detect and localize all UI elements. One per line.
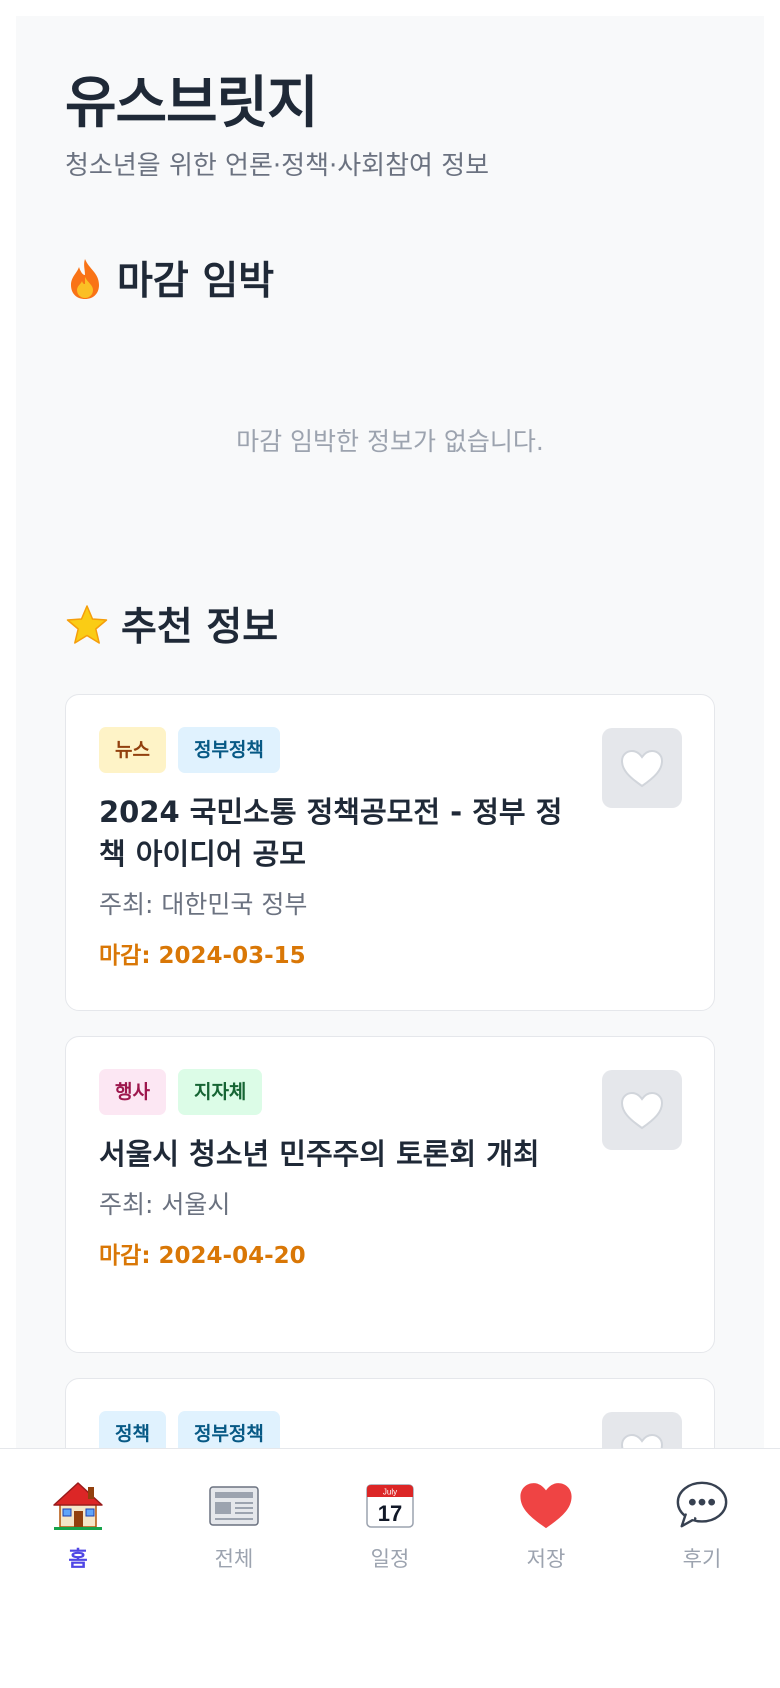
card-host: 주최: 서울시 [99, 1190, 231, 1219]
app-screen: 유스브릿지 청소년을 위한 언론·정책·사회참여 정보 마감 임박 마감 임박한… [16, 16, 764, 1688]
nav-item-home[interactable]: 홈 [0, 1449, 156, 1688]
category-tag: 행사 [99, 1069, 166, 1115]
recommended-section-title: 추천 정보 [65, 600, 715, 656]
app-subtitle: 청소년을 위한 언론·정책·사회참여 정보 [65, 151, 490, 181]
calendar-month-text: July [383, 1488, 397, 1497]
favorite-button[interactable] [602, 1070, 682, 1150]
nav-label-all: 전체 [214, 1547, 254, 1571]
card-tags: 행사 지자체 [99, 1069, 574, 1115]
newspaper-icon [206, 1477, 262, 1533]
urgent-title-label: 마감 임박 [117, 259, 275, 304]
heart-icon [518, 1477, 574, 1533]
app-title: 유스브릿지 [65, 71, 319, 136]
urgent-empty-state: 마감 임박한 정보가 없습니다. [65, 310, 715, 600]
info-card[interactable]: 행사 지자체 서울시 청소년 민주주의 토론회 개최 주최: 서울시 마감: 2… [65, 1036, 715, 1353]
white-heart-icon [620, 749, 664, 788]
card-tags: 뉴스 정부정책 [99, 727, 574, 773]
nav-label-reviews: 후기 [682, 1547, 722, 1571]
nav-label-schedule: 일정 [370, 1547, 410, 1571]
empty-state-text: 마감 임박한 정보가 없습니다. [236, 427, 544, 456]
card-deadline: 마감: 2024-03-15 [99, 943, 306, 969]
main-content: 유스브릿지 청소년을 위한 언론·정책·사회참여 정보 마감 임박 마감 임박한… [16, 16, 764, 1688]
card-title[interactable]: 2024 국민소통 정책공모전 - 정부 정책 아이디어 공모 [99, 791, 574, 875]
nav-item-all[interactable]: 전체 [156, 1449, 312, 1688]
favorite-button[interactable] [602, 728, 682, 808]
bottom-nav: 홈 전체 July 17 일정 저장 후기 [0, 1448, 780, 1688]
source-tag: 정부정책 [177, 727, 280, 773]
card-title[interactable]: 서울시 청소년 민주주의 토론회 개최 [99, 1133, 574, 1175]
star-icon [65, 604, 109, 652]
speech-bubble-icon [674, 1477, 730, 1533]
source-tag: 지자체 [177, 1069, 263, 1115]
urgent-section-title: 마감 임박 [65, 254, 715, 310]
nav-item-schedule[interactable]: July 17 일정 [312, 1449, 468, 1688]
nav-label-saved: 저장 [526, 1547, 566, 1571]
nav-item-saved[interactable]: 저장 [468, 1449, 624, 1688]
nav-label-home: 홈 [68, 1547, 88, 1571]
card-host: 주최: 대한민국 정부 [99, 890, 308, 919]
calendar-icon: July 17 [362, 1477, 418, 1533]
calendar-day-text: 17 [378, 1501, 402, 1526]
recommended-title-label: 추천 정보 [121, 605, 279, 650]
fire-icon [65, 257, 105, 307]
category-tag: 뉴스 [99, 727, 166, 773]
info-card[interactable]: 뉴스 정부정책 2024 국민소통 정책공모전 - 정부 정책 아이디어 공모 … [65, 694, 715, 1011]
white-heart-icon [620, 1091, 664, 1130]
home-icon [50, 1477, 106, 1533]
card-deadline: 마감: 2024-04-20 [99, 1243, 306, 1269]
nav-item-reviews[interactable]: 후기 [624, 1449, 780, 1688]
